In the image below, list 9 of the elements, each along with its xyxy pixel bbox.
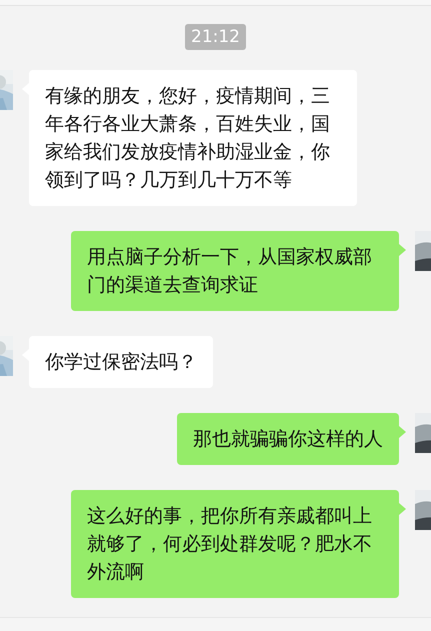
- message-bubble: 用点脑子分析一下，从国家权威部门的渠道去查询求证: [71, 231, 399, 311]
- message-bubble: 有缘的朋友，您好，疫情期间，三年各行各业大萧条，百姓失业，国家给我们发放疫情补助湿业金，你领到了吗？几万到几十万不等: [29, 70, 357, 206]
- bubble-tail: [399, 503, 406, 515]
- timestamp: 21:12: [185, 24, 246, 50]
- message-bubble: 你学过保密法吗？: [29, 336, 213, 388]
- message-bubble: 那也就骗骗你这样的人: [177, 413, 399, 465]
- message-bubble: 这么好的事，把你所有亲戚都叫上就够了，何必到处群发呢？肥水不外流啊: [71, 490, 399, 598]
- bubble-tail: [399, 426, 406, 438]
- bubble-tail: [399, 244, 406, 256]
